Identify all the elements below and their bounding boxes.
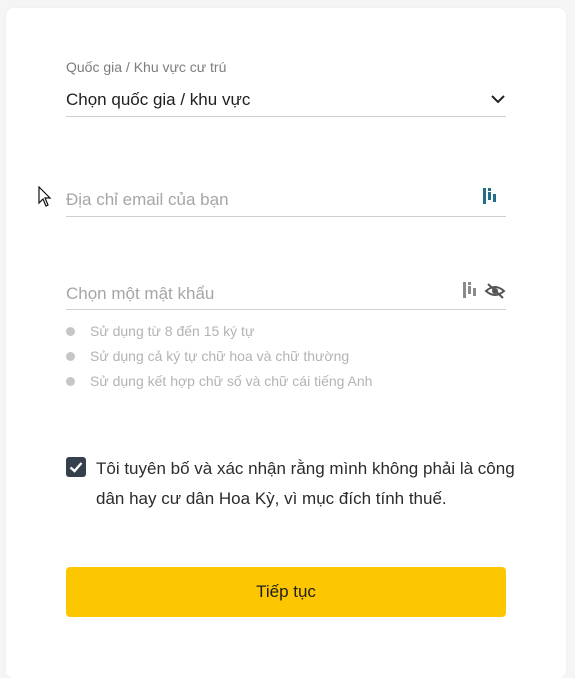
country-label: Quốc gia / Khu vực cư trú: [66, 59, 227, 75]
password-field[interactable]: Chọn một mật khẩu: [66, 278, 506, 310]
mouse-cursor-icon: [38, 186, 52, 207]
rule-bullet: [66, 352, 75, 361]
password-rules: Sử dụng từ 8 đến 15 ký tự Sử dụng cả ký …: [66, 320, 372, 395]
rule-bullet: [66, 327, 75, 336]
password-manager-icon[interactable]: [482, 186, 500, 206]
password-rule: Sử dụng cả ký tự chữ hoa và chữ thường: [66, 345, 372, 370]
checkmark-icon: [69, 462, 83, 473]
rule-bullet: [66, 377, 75, 386]
password-placeholder: Chọn một mật khẩu: [66, 284, 215, 303]
email-field[interactable]: Địa chỉ email của bạn: [66, 184, 506, 217]
password-rule: Sử dụng kết hợp chữ số và chữ cái tiếng …: [66, 370, 372, 395]
eye-slash-icon[interactable]: [484, 282, 506, 300]
password-rule: Sử dụng từ 8 đến 15 ký tự: [66, 320, 372, 345]
declaration-text: Tôi tuyên bố và xác nhận rằng mình không…: [96, 459, 515, 508]
country-select[interactable]: Chọn quốc gia / khu vực: [66, 86, 506, 117]
continue-button[interactable]: Tiếp tục: [66, 567, 506, 617]
password-manager-icon[interactable]: [462, 280, 480, 300]
email-placeholder: Địa chỉ email của bạn: [66, 190, 229, 209]
country-select-value: Chọn quốc gia / khu vực: [66, 90, 251, 109]
declaration-checkbox[interactable]: [66, 457, 86, 477]
chevron-down-icon: [491, 95, 505, 104]
